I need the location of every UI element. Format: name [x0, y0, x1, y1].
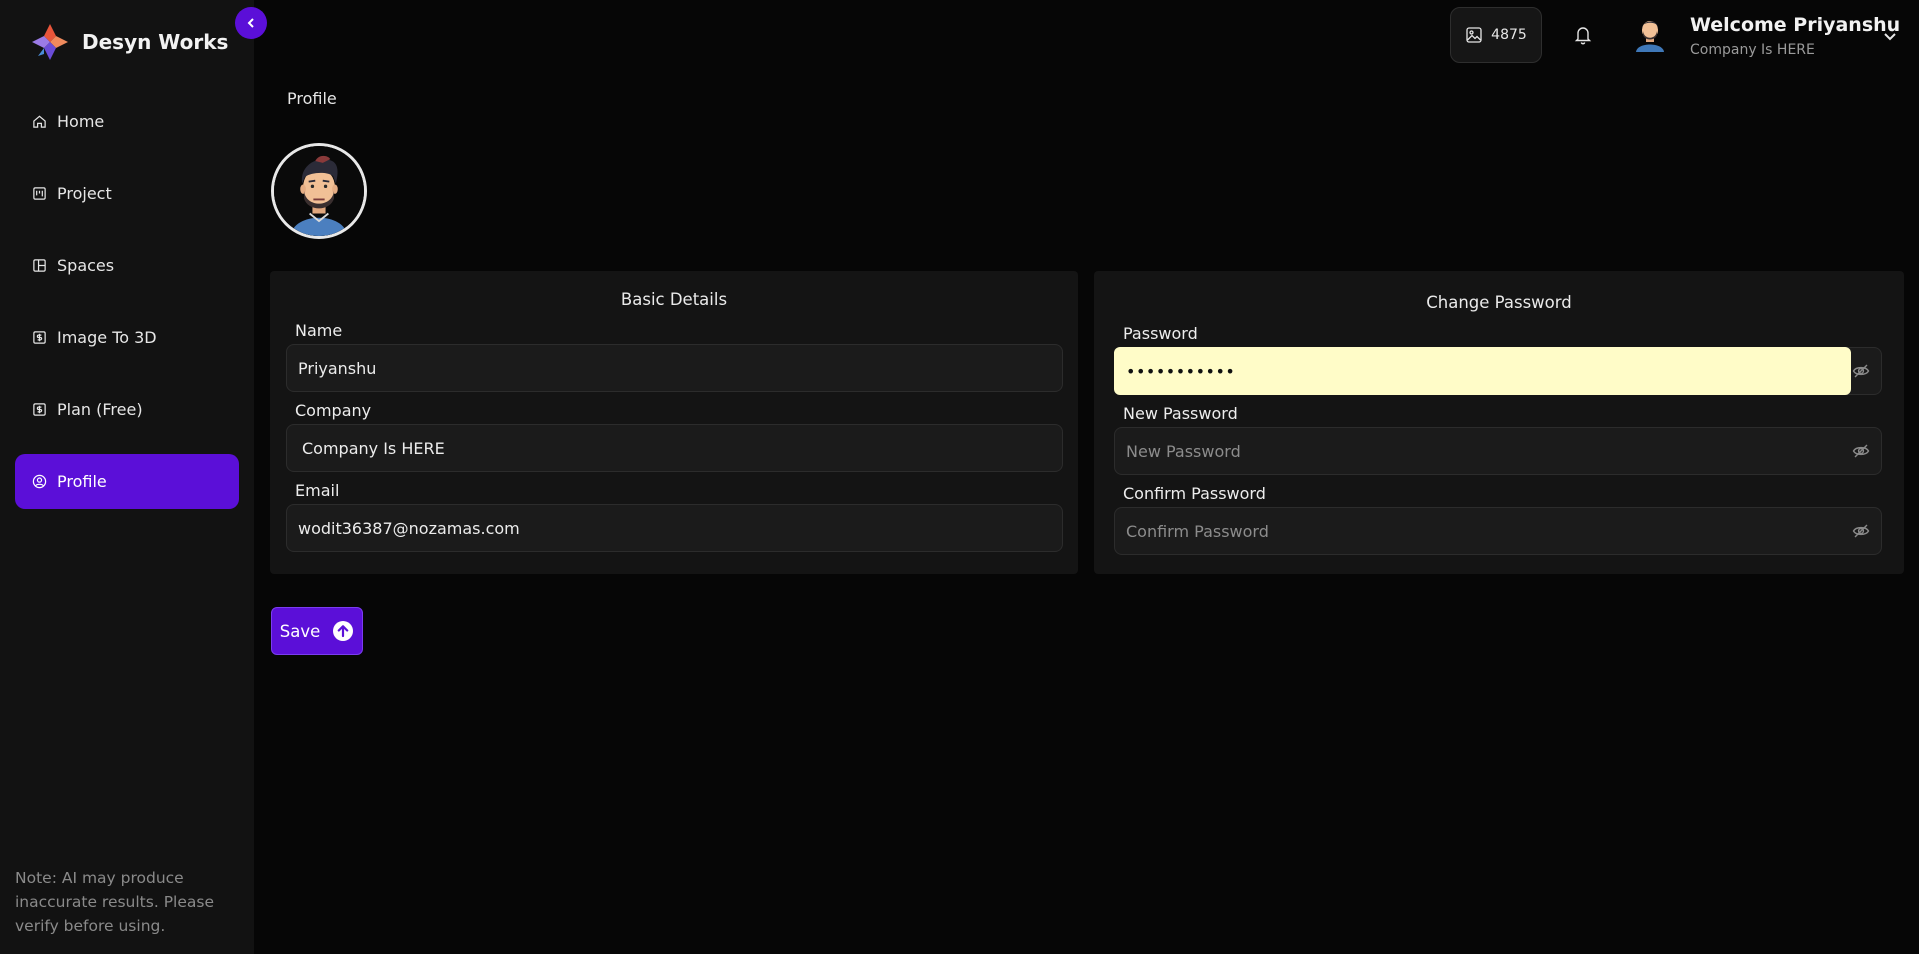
sidebar: Desyn Works Home Project Spaces Image To…	[0, 0, 254, 954]
sidebar-item-image-to-3d[interactable]: Image To 3D	[15, 310, 239, 365]
password-value: •••••••••••	[1126, 361, 1236, 381]
eye-off-icon[interactable]	[1852, 522, 1870, 540]
sidebar-item-plan[interactable]: Plan (Free)	[15, 382, 239, 437]
confirm-password-placeholder: Confirm Password	[1126, 521, 1269, 541]
project-icon	[33, 187, 46, 200]
sidebar-nav: Home Project Spaces Image To 3D Plan (Fr…	[15, 94, 239, 526]
dollar-box-icon	[33, 403, 46, 416]
sidebar-item-spaces[interactable]: Spaces	[15, 238, 239, 293]
welcome-text: Welcome Priyanshu	[1690, 14, 1901, 36]
name-value: Priyanshu	[298, 358, 377, 378]
company-name: Company Is HERE	[1690, 42, 1815, 58]
breadcrumb: Profile	[287, 89, 337, 108]
credits-count: 4875	[1491, 27, 1527, 43]
sidebar-item-profile[interactable]: Profile	[15, 454, 239, 509]
sidebar-item-label: Image To 3D	[57, 328, 157, 347]
notification-bell-icon[interactable]	[1573, 24, 1593, 46]
password-label: Password	[1123, 324, 1198, 343]
arrow-up-circle-icon	[333, 621, 354, 641]
new-password-placeholder: New Password	[1126, 441, 1241, 461]
sidebar-item-project[interactable]: Project	[15, 166, 239, 221]
eye-off-icon[interactable]	[1852, 362, 1870, 380]
company-label: Company	[295, 401, 372, 420]
user-circle-icon	[32, 474, 47, 489]
brand-name: Desyn Works	[82, 30, 229, 54]
home-icon	[33, 115, 46, 128]
chevron-down-icon[interactable]	[1882, 28, 1898, 44]
save-button[interactable]: Save	[271, 607, 363, 655]
spaces-icon	[33, 259, 46, 272]
profile-avatar[interactable]	[271, 143, 367, 239]
user-avatar[interactable]	[1632, 14, 1668, 52]
new-password-label: New Password	[1123, 404, 1238, 423]
sidebar-item-label: Home	[57, 112, 105, 131]
confirm-password-label: Confirm Password	[1123, 484, 1266, 503]
name-label: Name	[295, 321, 343, 340]
company-field[interactable]: Company Is HERE	[286, 424, 1063, 472]
basic-details-card: Basic Details Name Priyanshu Company Com…	[270, 271, 1078, 574]
sidebar-item-label: Plan (Free)	[57, 400, 143, 419]
eye-off-icon[interactable]	[1852, 442, 1870, 460]
chevron-left-icon	[247, 18, 254, 28]
password-field[interactable]: •••••••••••	[1114, 347, 1851, 395]
user-menu[interactable]: Welcome Priyanshu Company Is HERE	[1690, 14, 1900, 58]
change-password-title: Change Password	[1426, 293, 1572, 312]
email-field[interactable]: wodit36387@nozamas.com	[286, 504, 1063, 552]
collapse-sidebar-button[interactable]	[235, 7, 267, 39]
new-password-field[interactable]: New Password	[1114, 427, 1882, 475]
image-icon	[1466, 27, 1482, 43]
sidebar-item-label: Profile	[57, 472, 107, 491]
credits-badge[interactable]: 4875	[1450, 7, 1542, 63]
ai-disclaimer: Note: AI may produce inaccurate results.…	[15, 869, 214, 935]
sidebar-item-home[interactable]: Home	[15, 94, 239, 149]
brand-logo-icon	[32, 24, 68, 60]
brand[interactable]: Desyn Works	[30, 22, 228, 62]
sidebar-item-label: Spaces	[57, 256, 115, 275]
company-value: Company Is HERE	[302, 438, 445, 458]
app-root: Desyn Works Home Project Spaces Image To…	[0, 0, 1919, 954]
basic-details-title: Basic Details	[620, 290, 728, 309]
name-field[interactable]: Priyanshu	[286, 344, 1063, 392]
dollar-box-icon	[33, 331, 46, 344]
save-button-label: Save	[279, 621, 321, 641]
confirm-password-field[interactable]: Confirm Password	[1114, 507, 1882, 555]
avatar-illustration	[274, 146, 364, 236]
email-label: Email	[295, 481, 340, 500]
email-value: wodit36387@nozamas.com	[298, 518, 520, 538]
change-password-card: Change Password Password ••••••••••• New…	[1094, 271, 1904, 574]
sidebar-item-label: Project	[57, 184, 112, 203]
